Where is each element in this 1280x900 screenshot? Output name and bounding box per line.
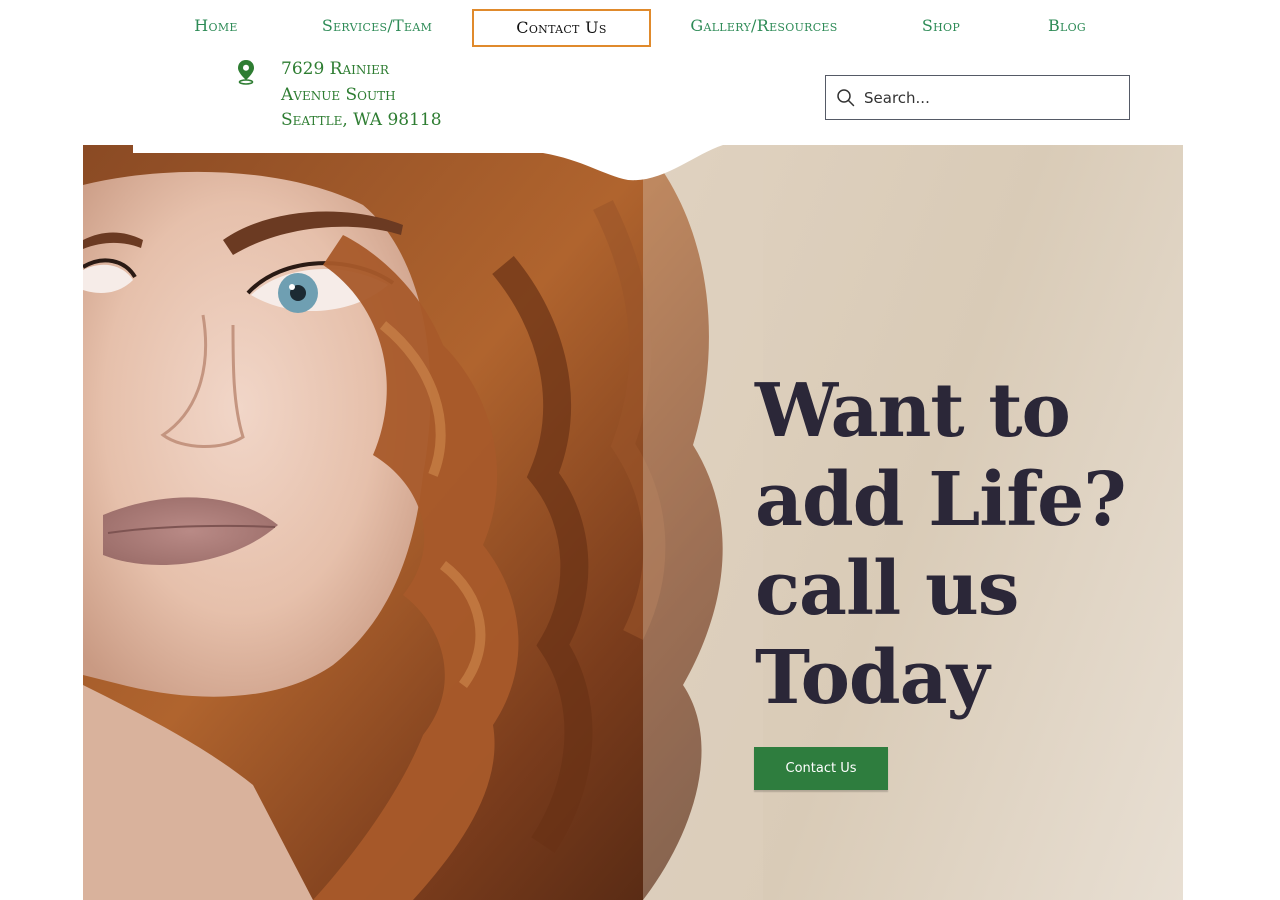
headline-line-1: Want to bbox=[755, 368, 1071, 454]
main-nav: Home Services/Team Contact Us Gallery/Re… bbox=[0, 0, 1280, 50]
nav-item-contact-us[interactable]: Contact Us bbox=[472, 9, 651, 47]
nav-item-services-team[interactable]: Services/Team bbox=[302, 9, 452, 47]
nav-item-gallery-resources[interactable]: Gallery/Resources bbox=[680, 9, 848, 47]
address-line-3: Seattle, WA 98118 bbox=[281, 110, 442, 130]
contact-us-button[interactable]: Contact Us bbox=[754, 747, 888, 790]
hero-headline: Want to add Life? call us Today bbox=[755, 367, 1155, 723]
headline-line-4: Today bbox=[755, 635, 990, 721]
address-block: 7629 Rainier Avenue South Seattle, WA 98… bbox=[281, 57, 442, 134]
search-input[interactable] bbox=[864, 84, 1119, 112]
nav-item-blog[interactable]: Blog bbox=[1027, 9, 1107, 47]
address-line-2: Avenue South bbox=[281, 84, 396, 105]
hero-top-curve bbox=[133, 145, 723, 181]
nav-item-home[interactable]: Home bbox=[166, 9, 266, 47]
headline-line-2: add Life? bbox=[755, 457, 1127, 543]
search-box[interactable] bbox=[825, 75, 1130, 120]
map-pin-icon bbox=[238, 60, 254, 85]
headline-line-3: call us bbox=[755, 546, 1019, 632]
nav-item-shop[interactable]: Shop bbox=[900, 9, 982, 47]
hero-section: Want to add Life? call us Today Contact … bbox=[83, 145, 1183, 900]
address-line-1: 7629 Rainier bbox=[281, 59, 389, 79]
search-icon[interactable] bbox=[836, 88, 856, 108]
